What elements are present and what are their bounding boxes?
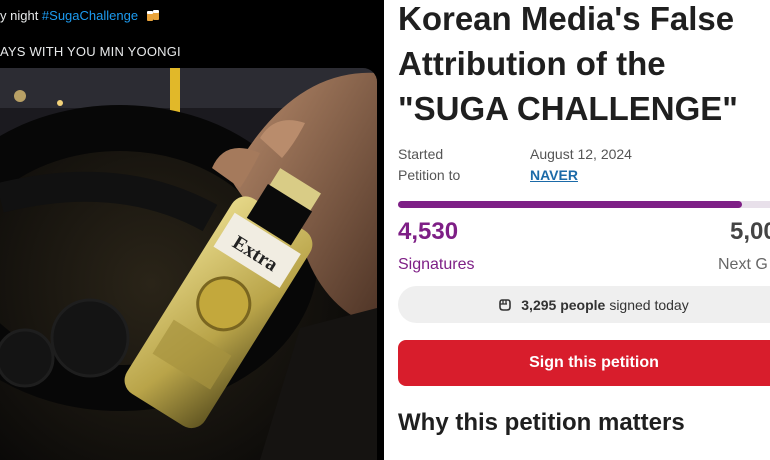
signature-progress-bar <box>398 201 770 208</box>
signed-today-text: signed today <box>609 296 689 313</box>
hashtag-link[interactable]: #SugaChallenge <box>42 8 138 23</box>
raised-fist-icon <box>499 298 512 311</box>
tweet-text-line2: AYS WITH YOU MIN YOONGI <box>0 44 181 59</box>
signatures-label: Signatures <box>398 256 475 273</box>
started-date: August 12, 2024 <box>530 146 632 162</box>
next-goal-count: 5,00 <box>730 218 770 245</box>
next-goal-label: Next G <box>718 256 768 273</box>
tweet-panel: y night #SugaChallenge AYS WITH YOU MIN … <box>0 0 384 460</box>
signature-progress-fill <box>398 201 743 208</box>
tweet-text-line1: y night #SugaChallenge <box>0 8 160 23</box>
petition-target-link[interactable]: NAVER <box>530 167 578 183</box>
signed-today-badge: 3,295 people signed today <box>398 286 770 323</box>
tweet-photo[interactable]: Extra <box>0 68 377 460</box>
tweet-text-prefix: y night <box>0 8 42 23</box>
sign-petition-button[interactable]: Sign this petition <box>398 340 770 386</box>
signed-today-count: 3,295 people <box>521 296 606 313</box>
started-label: Started <box>398 146 444 162</box>
signature-count: 4,530 <box>398 218 459 245</box>
beer-mugs-icon <box>146 9 160 22</box>
petition-panel: Korean Media's False Attribution of the … <box>386 0 770 460</box>
petition-title: Korean Media's False Attribution of the … <box>398 0 738 127</box>
why-petition-matters-heading: Why this petition matters <box>398 409 685 436</box>
petition-to-label: Petition to <box>398 167 461 183</box>
